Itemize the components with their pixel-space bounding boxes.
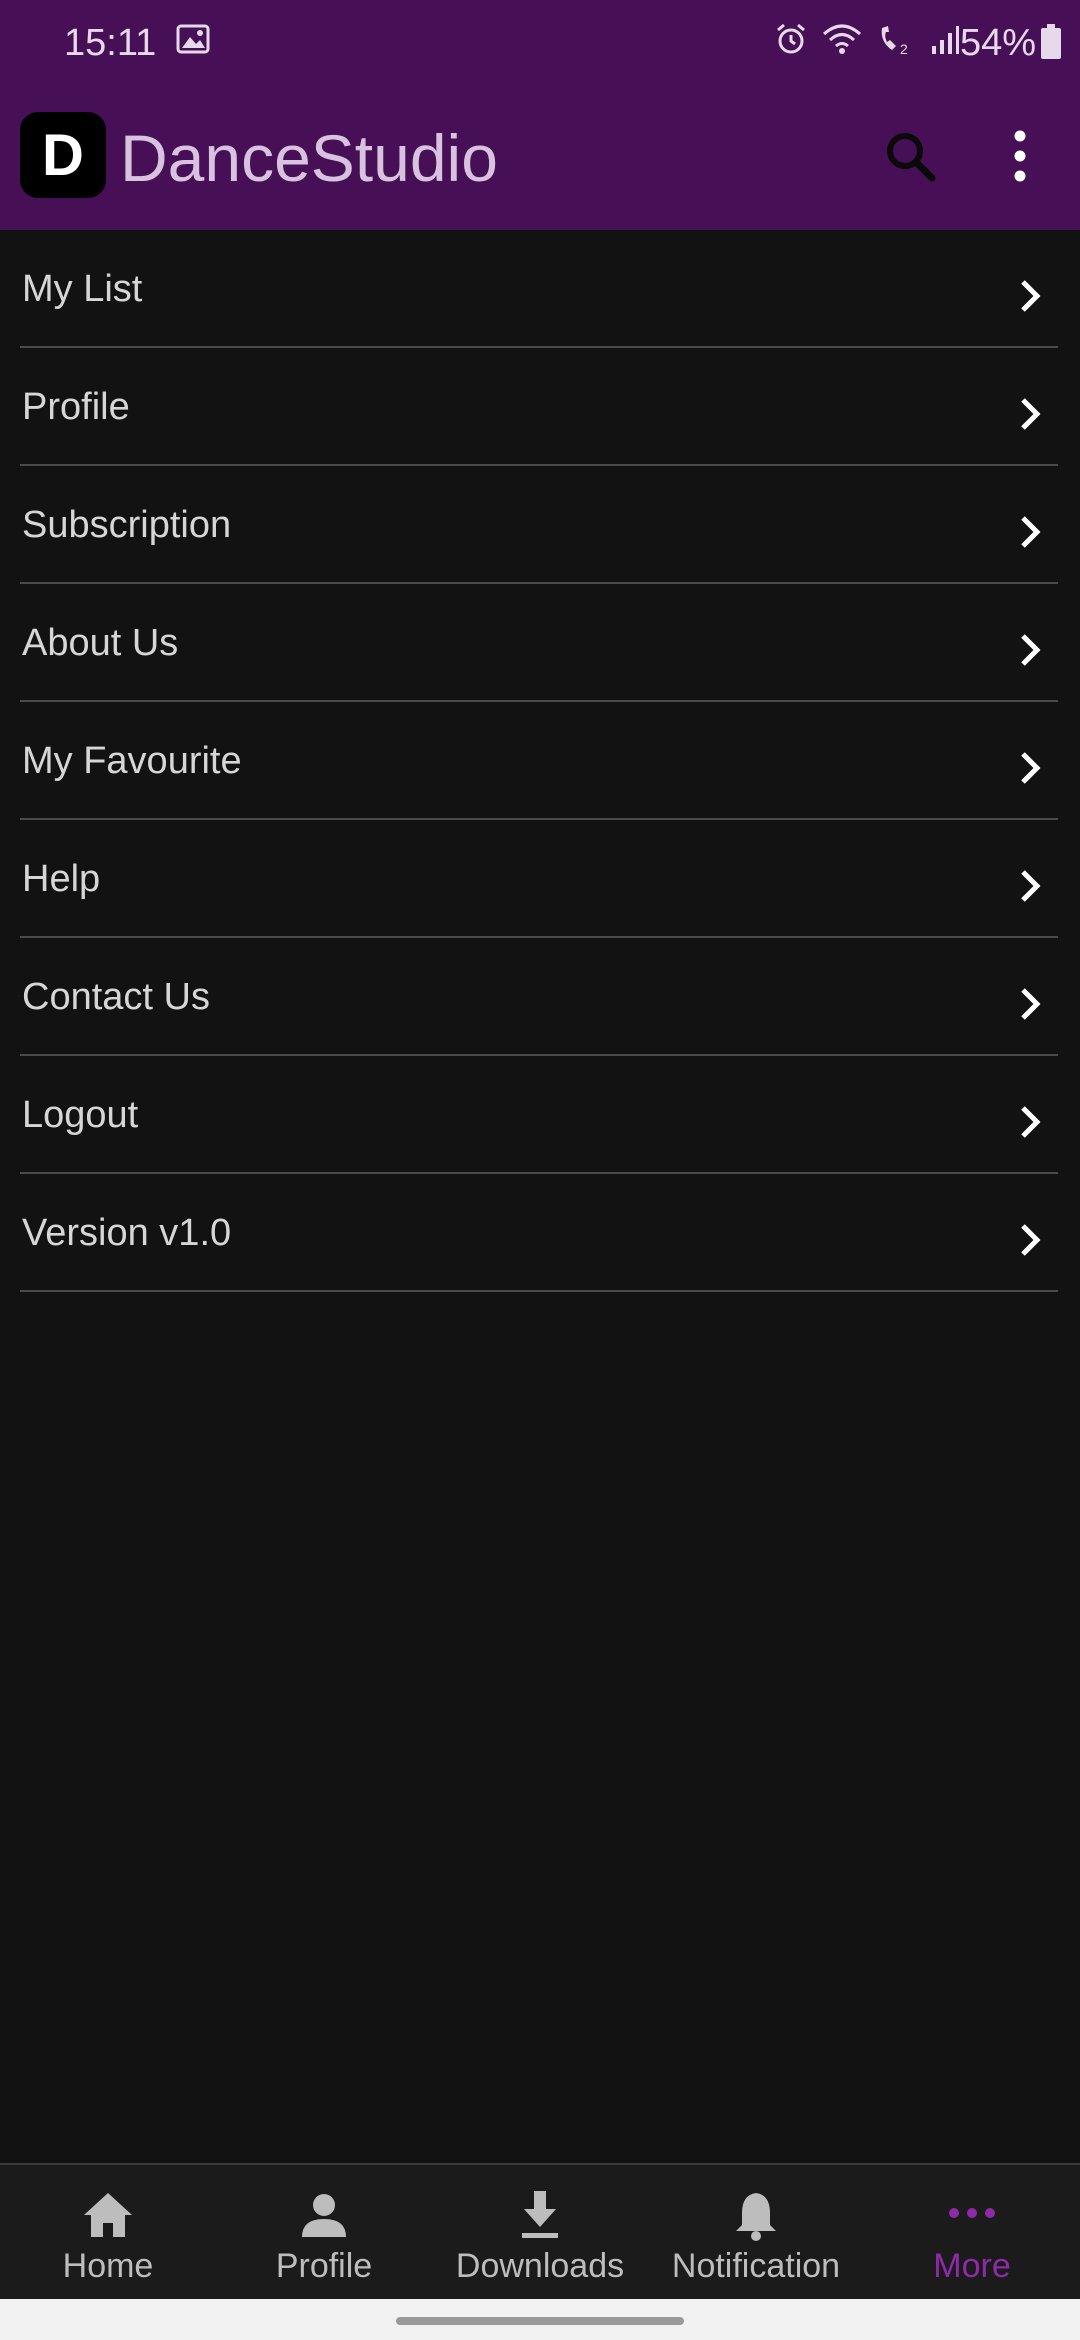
chevron-right-icon — [1021, 634, 1041, 666]
menu-item-label: Contact Us — [22, 976, 210, 1018]
person-icon — [302, 2194, 346, 2237]
menu-item-label: About Us — [22, 622, 179, 664]
battery-icon — [1041, 24, 1061, 59]
download-icon — [522, 2191, 558, 2238]
menu-item-label: Help — [22, 858, 101, 900]
menu-item-subscription[interactable]: Subscription — [0, 466, 1080, 584]
menu-item-profile[interactable]: Profile — [0, 348, 1080, 466]
menu-item-version[interactable]: Version v1.0 — [0, 1174, 1080, 1292]
nav-item-home[interactable]: Home — [0, 2165, 216, 2301]
more-vertical-icon[interactable] — [1000, 126, 1040, 186]
chevron-right-icon — [1021, 280, 1041, 312]
divider — [20, 1290, 1058, 1292]
home-icon — [84, 2193, 132, 2237]
chevron-right-icon — [1021, 752, 1041, 784]
nav-label: Downloads — [455, 2247, 625, 2285]
chevron-right-icon — [1021, 1106, 1041, 1138]
menu-item-label: Logout — [22, 1094, 139, 1136]
menu-item-label: My Favourite — [22, 740, 242, 782]
app-logo: D — [20, 112, 106, 198]
status-time: 15:11 — [64, 22, 157, 64]
status-icons: 2 — [774, 22, 960, 56]
menu-item-label: Profile — [22, 386, 130, 428]
chevron-right-icon — [1021, 398, 1041, 430]
nav-item-profile[interactable]: Profile — [216, 2165, 432, 2301]
menu-item-my-list[interactable]: My List — [0, 230, 1080, 348]
menu-item-help[interactable]: Help — [0, 820, 1080, 938]
chevron-right-icon — [1021, 516, 1041, 548]
menu-item-contact-us[interactable]: Contact Us — [0, 938, 1080, 1056]
app-title: DanceStudio — [120, 121, 498, 195]
menu-item-about-us[interactable]: About Us — [0, 584, 1080, 702]
bottom-nav: Home Profile Downloads Notification More — [0, 2163, 1080, 2301]
gallery-icon — [176, 24, 210, 54]
gesture-handle[interactable] — [396, 2317, 684, 2325]
bell-icon — [736, 2193, 776, 2241]
menu-item-my-favourite[interactable]: My Favourite — [0, 702, 1080, 820]
battery-percentage: 54% — [959, 22, 1036, 64]
wifi-calling-icon: 2 — [881, 26, 908, 56]
chevron-right-icon — [1021, 1224, 1041, 1256]
search-icon[interactable] — [880, 126, 940, 186]
more-horizontal-icon — [949, 2208, 995, 2218]
chevron-right-icon — [1021, 988, 1041, 1020]
menu-item-label: Subscription — [22, 504, 232, 546]
nav-label: Profile — [275, 2247, 373, 2285]
svg-text:2: 2 — [900, 41, 908, 56]
screen: 15:11 2 54% D DanceStudio My List Profil… — [0, 0, 1080, 2340]
signal-icon — [932, 26, 959, 54]
status-bar: 15:11 2 54% — [0, 0, 1080, 86]
alarm-icon — [777, 23, 805, 54]
chevron-right-icon — [1021, 870, 1041, 902]
app-bar: D DanceStudio — [0, 86, 1080, 230]
menu-list: My List Profile Subscription About Us My… — [0, 230, 1080, 1292]
nav-label: More — [933, 2247, 1011, 2285]
nav-item-notification[interactable]: Notification — [648, 2165, 864, 2301]
nav-label: Notification — [671, 2247, 841, 2285]
menu-item-label: Version v1.0 — [22, 1212, 232, 1254]
menu-item-logout[interactable]: Logout — [0, 1056, 1080, 1174]
nav-item-downloads[interactable]: Downloads — [432, 2165, 648, 2301]
nav-item-more[interactable]: More — [864, 2165, 1080, 2301]
wifi-icon — [823, 24, 861, 54]
nav-label: Home — [62, 2247, 154, 2285]
menu-item-label: My List — [22, 268, 143, 310]
gesture-bar — [0, 2299, 1080, 2340]
